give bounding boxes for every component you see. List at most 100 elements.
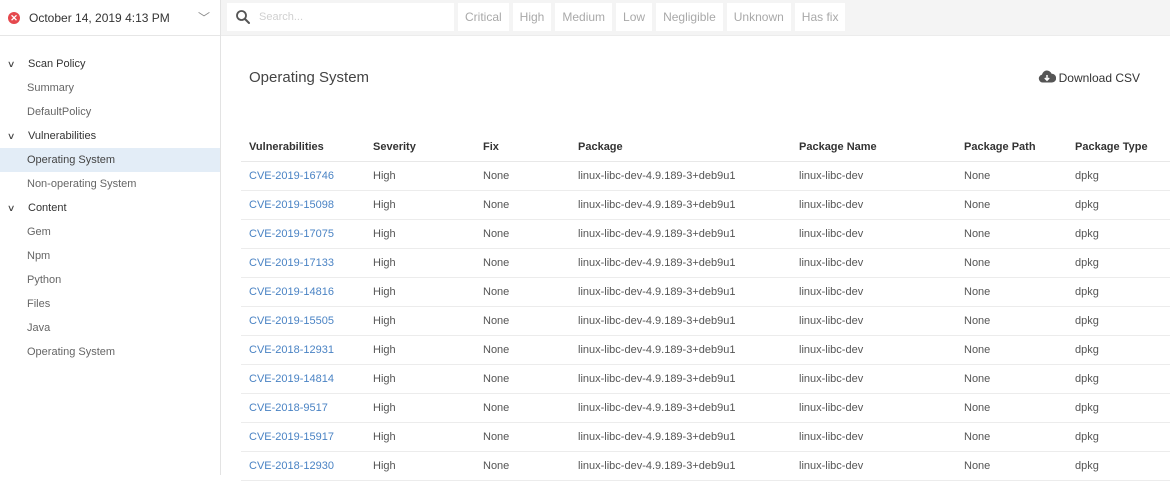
filter-unknown-button[interactable]: Unknown — [726, 3, 791, 31]
cve-link[interactable]: CVE-2018-12930 — [241, 451, 365, 481]
filter-high-button[interactable]: High — [512, 3, 552, 31]
column-header-package-name[interactable]: Package Name — [791, 132, 956, 162]
cve-link[interactable]: CVE-2019-15917 — [241, 422, 365, 452]
table-row: CVE-2019-15917 High None linux-libc-dev-4.9… — [241, 422, 1170, 452]
column-header-severity[interactable]: Severity — [365, 132, 475, 162]
search-box[interactable] — [227, 3, 454, 31]
filter-negligible-button[interactable]: Negligible — [656, 3, 723, 31]
package-cell: linux-libc-dev-4.9.189-3+deb9u1 — [570, 306, 791, 336]
cve-link[interactable]: CVE-2019-15098 — [241, 190, 365, 220]
search-input[interactable] — [257, 10, 441, 24]
table-row: CVE-2019-16746 High None linux-libc-dev-4.9… — [241, 161, 1170, 191]
fix-cell: None — [475, 335, 570, 365]
table-row: CVE-2018-12931 High None linux-libc-dev-4.9… — [241, 335, 1170, 365]
error-status-icon: ✕ — [8, 11, 20, 24]
column-header-package[interactable]: Package — [570, 132, 791, 162]
fix-cell: None — [475, 393, 570, 423]
package-name-cell: linux-libc-dev — [791, 306, 956, 336]
vulnerabilities-table: Vulnerabilities Severity Fix Package Pac… — [241, 132, 1170, 481]
package-path-cell: None — [956, 277, 1067, 307]
severity-cell: High — [365, 161, 475, 191]
nav-item-python[interactable]: Python — [0, 268, 220, 292]
nav-item-content-operating-system[interactable]: Operating System — [0, 340, 220, 364]
cve-link[interactable]: CVE-2019-15505 — [241, 306, 365, 336]
sidebar: ✕ October 14, 2019 4:13 PM ﹀ ∨ Scan Poli… — [0, 0, 221, 475]
filter-toolbar: Critical High Medium Low Negligible Unkn… — [221, 0, 1170, 36]
filter-low-button[interactable]: Low — [616, 3, 653, 31]
cve-link[interactable]: CVE-2019-17133 — [241, 248, 365, 278]
scan-date-label: October 14, 2019 4:13 PM — [29, 10, 170, 25]
package-name-cell: linux-libc-dev — [791, 277, 956, 307]
chevron-down-icon[interactable]: ﹀ — [198, 9, 210, 26]
table-row: CVE-2019-14814 High None linux-libc-dev-4.9… — [241, 364, 1170, 394]
cve-link[interactable]: CVE-2019-17075 — [241, 219, 365, 249]
cve-link[interactable]: CVE-2019-14816 — [241, 277, 365, 307]
cve-link[interactable]: CVE-2019-14814 — [241, 364, 365, 394]
main-content: Operating System Download CSV Vulnerabil… — [221, 36, 1170, 481]
package-type-cell: dpkg — [1067, 306, 1170, 336]
table-row: CVE-2019-15505 High None linux-libc-dev-4.9… — [241, 306, 1170, 336]
cve-link[interactable]: CVE-2018-12931 — [241, 335, 365, 365]
package-name-cell: linux-libc-dev — [791, 335, 956, 365]
column-header-package-type[interactable]: Package Type — [1067, 132, 1170, 162]
package-path-cell: None — [956, 451, 1067, 481]
nav-item-default-policy[interactable]: DefaultPolicy — [0, 100, 220, 124]
package-path-cell: None — [956, 335, 1067, 365]
package-type-cell: dpkg — [1067, 422, 1170, 452]
package-path-cell: None — [956, 364, 1067, 394]
nav-item-operating-system[interactable]: Operating System — [0, 148, 220, 172]
package-cell: linux-libc-dev-4.9.189-3+deb9u1 — [570, 422, 791, 452]
severity-filters: Critical High Medium Low Negligible Unkn… — [458, 3, 846, 31]
filter-has-fix-button[interactable]: Has fix — [794, 3, 846, 31]
package-name-cell: linux-libc-dev — [791, 190, 956, 220]
nav-item-java[interactable]: Java — [0, 316, 220, 340]
package-cell: linux-libc-dev-4.9.189-3+deb9u1 — [570, 161, 791, 191]
package-cell: linux-libc-dev-4.9.189-3+deb9u1 — [570, 393, 791, 423]
severity-cell: High — [365, 335, 475, 365]
filter-critical-button[interactable]: Critical — [458, 3, 509, 31]
nav-group-label: Scan Policy — [28, 58, 86, 70]
package-name-cell: linux-libc-dev — [791, 422, 956, 452]
package-name-cell: linux-libc-dev — [791, 219, 956, 249]
filter-medium-button[interactable]: Medium — [555, 3, 613, 31]
nav-group-vulnerabilities[interactable]: ∨ Vulnerabilities — [0, 124, 220, 148]
package-cell: linux-libc-dev-4.9.189-3+deb9u1 — [570, 277, 791, 307]
cve-link[interactable]: CVE-2019-16746 — [241, 161, 365, 191]
fix-cell: None — [475, 277, 570, 307]
chevron-down-icon: ∨ — [6, 130, 16, 141]
package-cell: linux-libc-dev-4.9.189-3+deb9u1 — [570, 190, 791, 220]
download-csv-button[interactable]: Download CSV — [1038, 70, 1140, 86]
package-path-cell: None — [956, 219, 1067, 249]
package-path-cell: None — [956, 190, 1067, 220]
severity-cell: High — [365, 451, 475, 481]
nav-item-summary[interactable]: Summary — [0, 76, 220, 100]
table-row: CVE-2019-17133 High None linux-libc-dev-4.9… — [241, 248, 1170, 278]
severity-cell: High — [365, 190, 475, 220]
nav-group-label: Vulnerabilities — [28, 130, 97, 142]
fix-cell: None — [475, 248, 570, 278]
fix-cell: None — [475, 219, 570, 249]
download-csv-label: Download CSV — [1058, 71, 1140, 85]
cve-link[interactable]: CVE-2018-9517 — [241, 393, 365, 423]
nav-item-gem[interactable]: Gem — [0, 220, 220, 244]
package-type-cell: dpkg — [1067, 451, 1170, 481]
severity-cell: High — [365, 393, 475, 423]
package-type-cell: dpkg — [1067, 277, 1170, 307]
column-header-vulnerabilities[interactable]: Vulnerabilities — [241, 132, 365, 162]
page-title: Operating System — [249, 69, 370, 86]
package-type-cell: dpkg — [1067, 219, 1170, 249]
scan-date-selector[interactable]: ✕ October 14, 2019 4:13 PM ﹀ — [0, 0, 220, 36]
fix-cell: None — [475, 161, 570, 191]
table-header-row: Vulnerabilities Severity Fix Package Pac… — [241, 132, 1170, 162]
chevron-down-icon: ∨ — [6, 202, 16, 213]
nav-item-npm[interactable]: Npm — [0, 244, 220, 268]
nav-item-files[interactable]: Files — [0, 292, 220, 316]
table-row: CVE-2019-17075 High None linux-libc-dev-4.9… — [241, 219, 1170, 249]
nav-item-non-operating-system[interactable]: Non-operating System — [0, 172, 220, 196]
nav-group-scan-policy[interactable]: ∨ Scan Policy — [0, 52, 220, 76]
nav-group-content[interactable]: ∨ Content — [0, 196, 220, 220]
table-row: CVE-2019-15098 High None linux-libc-dev-4.9… — [241, 190, 1170, 220]
column-header-package-path[interactable]: Package Path — [956, 132, 1067, 162]
fix-cell: None — [475, 364, 570, 394]
column-header-fix[interactable]: Fix — [475, 132, 570, 162]
